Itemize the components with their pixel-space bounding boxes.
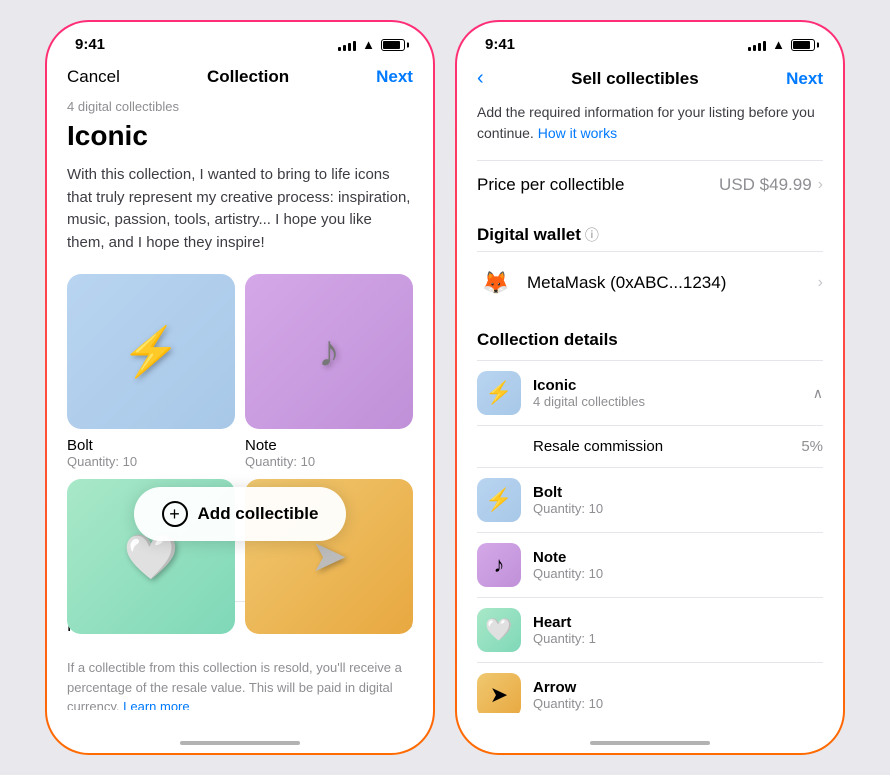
left-phone: 9:41 ▲ Cancel Collection Next 4 bbox=[45, 20, 435, 755]
right-phone: 9:41 ▲ ‹ Sell collectibles Next bbox=[455, 20, 845, 755]
wallet-name: MetaMask (0xABC...1234) bbox=[527, 273, 726, 293]
heart-info: Heart Quantity: 1 bbox=[533, 614, 823, 646]
nav-title-right: Sell collectibles bbox=[571, 69, 699, 89]
battery-icon-right bbox=[791, 39, 815, 51]
price-label: Price per collectible bbox=[477, 175, 624, 195]
note-info: Note Quantity: 10 bbox=[533, 549, 823, 581]
bolt-item-name: Bolt bbox=[533, 484, 823, 501]
wallet-left: 🦊 MetaMask (0xABC...1234) bbox=[477, 264, 726, 302]
info-text: Add the required information for your li… bbox=[477, 102, 823, 144]
status-icons-right: ▲ bbox=[748, 37, 815, 52]
info-circle-icon: ⓘ bbox=[585, 225, 599, 245]
left-content: 4 digital collectibles Iconic With this … bbox=[47, 99, 433, 710]
bolt-thumb-icon: ⚡ bbox=[485, 487, 512, 513]
note-thumb-icon: ♪ bbox=[494, 552, 505, 578]
add-collectible-button[interactable]: + Add collectible bbox=[134, 487, 347, 541]
note-icon: ♪ bbox=[318, 327, 340, 377]
wallet-row[interactable]: 🦊 MetaMask (0xABC...1234) › bbox=[477, 251, 823, 314]
add-collectible-label: Add collectible bbox=[198, 504, 319, 524]
resale-commission-row: Resale commission 5% bbox=[477, 425, 823, 467]
back-button[interactable]: ‹ bbox=[477, 67, 484, 90]
nav-bar-left: Cancel Collection Next bbox=[47, 59, 433, 99]
next-button-right[interactable]: Next bbox=[786, 69, 823, 89]
collectible-image-note: ♪ bbox=[245, 274, 413, 429]
arrow-item-qty: Quantity: 10 bbox=[533, 696, 823, 711]
heart-item-name: Heart bbox=[533, 614, 823, 631]
next-button-left[interactable]: Next bbox=[376, 67, 413, 87]
item-heart: 🤍 Heart Quantity: 1 bbox=[477, 597, 823, 662]
resale-commission-value: 5% bbox=[801, 438, 823, 455]
item-note: ♪ Note Quantity: 10 bbox=[477, 532, 823, 597]
collection-count: 4 digital collectibles bbox=[67, 99, 413, 114]
nav-bar-right: ‹ Sell collectibles Next bbox=[457, 59, 843, 102]
add-collectible-container: + Add collectible bbox=[67, 487, 413, 561]
resale-note: If a collectible from this collection is… bbox=[67, 650, 413, 710]
arrow-item-name: Arrow bbox=[533, 679, 823, 696]
wifi-icon-right: ▲ bbox=[772, 37, 785, 52]
bolt-icon: ⚡ bbox=[121, 323, 181, 380]
note-qty: Quantity: 10 bbox=[245, 454, 413, 469]
heart-thumb-icon: 🤍 bbox=[485, 617, 512, 643]
wallet-heading-row: Digital wallet ⓘ bbox=[477, 209, 823, 251]
note-thumb: ♪ bbox=[477, 543, 521, 587]
learn-more-link[interactable]: Learn more bbox=[123, 699, 189, 710]
battery-icon bbox=[381, 39, 405, 51]
home-indicator-right bbox=[590, 741, 710, 745]
cancel-button[interactable]: Cancel bbox=[67, 67, 120, 87]
note-name: Note bbox=[245, 437, 413, 454]
iconic-count: 4 digital collectibles bbox=[533, 394, 801, 409]
note-item-name: Note bbox=[533, 549, 823, 566]
right-content: Add the required information for your li… bbox=[457, 102, 843, 713]
price-chevron-icon: › bbox=[818, 176, 823, 194]
collapse-icon: ∧ bbox=[813, 385, 823, 402]
wifi-icon: ▲ bbox=[362, 37, 375, 52]
collectible-image-bolt: ⚡ bbox=[67, 274, 235, 429]
arrow-info: Arrow Quantity: 10 bbox=[533, 679, 823, 711]
add-circle-icon: + bbox=[162, 501, 188, 527]
signal-icon-right bbox=[748, 39, 766, 51]
metamask-icon: 🦊 bbox=[477, 264, 515, 302]
resale-commission-label: Resale commission bbox=[533, 438, 663, 455]
item-arrow: ➤ Arrow Quantity: 10 bbox=[477, 662, 823, 713]
nav-title-left: Collection bbox=[207, 67, 289, 87]
status-bar-left: 9:41 ▲ bbox=[47, 22, 433, 59]
price-row[interactable]: Price per collectible USD $49.99 › bbox=[477, 160, 823, 209]
collection-title: Iconic bbox=[67, 120, 413, 152]
heart-thumb: 🤍 bbox=[477, 608, 521, 652]
heart-item-qty: Quantity: 1 bbox=[533, 631, 823, 646]
bolt-qty: Quantity: 10 bbox=[67, 454, 235, 469]
collection-details-heading: Collection details bbox=[477, 314, 823, 360]
bolt-info: Bolt Quantity: 10 bbox=[533, 484, 823, 516]
iconic-name: Iconic bbox=[533, 377, 801, 394]
bolt-item-qty: Quantity: 10 bbox=[533, 501, 823, 516]
arrow-thumb-icon: ➤ bbox=[490, 682, 508, 708]
note-item-qty: Quantity: 10 bbox=[533, 566, 823, 581]
iconic-thumb-icon: ⚡ bbox=[485, 380, 512, 406]
iconic-info: Iconic 4 digital collectibles bbox=[533, 377, 801, 409]
bolt-thumb: ⚡ bbox=[477, 478, 521, 522]
signal-icon bbox=[338, 39, 356, 51]
collection-item-iconic[interactable]: ⚡ Iconic 4 digital collectibles ∧ bbox=[477, 360, 823, 425]
collection-description: With this collection, I wanted to bring … bbox=[67, 164, 413, 254]
bolt-name: Bolt bbox=[67, 437, 235, 454]
arrow-thumb: ➤ bbox=[477, 673, 521, 713]
wallet-chevron-icon: › bbox=[818, 274, 823, 292]
collectible-note: ♪ Note Quantity: 10 bbox=[245, 274, 413, 469]
home-indicator-left bbox=[180, 741, 300, 745]
wallet-heading: Digital wallet bbox=[477, 225, 581, 245]
how-it-works-link[interactable]: How it works bbox=[538, 125, 617, 141]
iconic-thumb: ⚡ bbox=[477, 371, 521, 415]
item-bolt: ⚡ Bolt Quantity: 10 bbox=[477, 467, 823, 532]
status-icons-left: ▲ bbox=[338, 37, 405, 52]
collectible-bolt: ⚡ Bolt Quantity: 10 bbox=[67, 274, 235, 469]
time-right: 9:41 bbox=[485, 36, 515, 53]
price-value: USD $49.99 › bbox=[719, 175, 823, 195]
status-bar-right: 9:41 ▲ bbox=[457, 22, 843, 59]
price-amount: USD $49.99 bbox=[719, 175, 812, 195]
time-left: 9:41 bbox=[75, 36, 105, 53]
